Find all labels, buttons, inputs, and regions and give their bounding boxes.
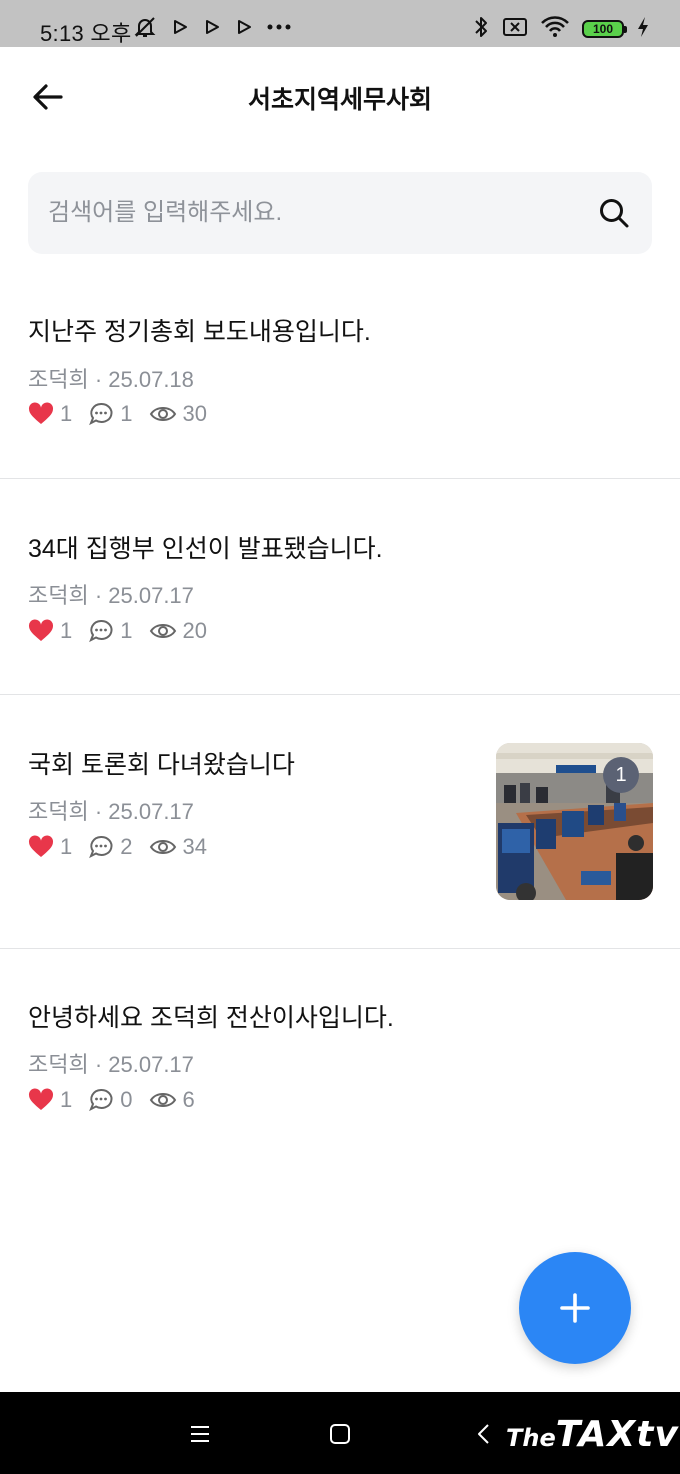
back-icon bbox=[478, 1424, 489, 1444]
plus-icon bbox=[560, 1293, 590, 1323]
comment-stat: 1 bbox=[88, 618, 133, 644]
post-meta: 조덕희 · 25.07.17 bbox=[28, 1052, 194, 1077]
like-stat: 1 bbox=[28, 401, 72, 427]
watermark-brand: TAXtv bbox=[555, 1414, 679, 1455]
post-title: 34대 집행부 인선이 발표됐습니다. bbox=[28, 535, 383, 563]
post-stats: 1 0 6 bbox=[28, 1085, 211, 1115]
divider bbox=[0, 694, 680, 695]
notifications-muted-icon bbox=[132, 14, 158, 45]
view-stat: 34 bbox=[149, 834, 207, 860]
comment-count: 0 bbox=[120, 1087, 133, 1112]
post-stats: 1 1 20 bbox=[28, 616, 223, 646]
home-icon bbox=[330, 1424, 350, 1444]
post-meta: 조덕희 · 25.07.17 bbox=[28, 583, 194, 608]
comment-icon bbox=[89, 835, 113, 859]
bluetooth-icon bbox=[472, 14, 490, 45]
watermark-logo: TheTAXtv bbox=[506, 1414, 679, 1455]
view-stat: 6 bbox=[149, 1087, 195, 1113]
page-title: 서초지역세무사회 bbox=[247, 86, 432, 114]
like-count: 1 bbox=[60, 401, 73, 426]
system-nav-bar: TheTAXtv bbox=[0, 1392, 680, 1474]
post-stats: 1 2 34 bbox=[28, 832, 223, 862]
recent-apps-icon bbox=[191, 1426, 209, 1442]
comment-count: 1 bbox=[120, 401, 133, 426]
image-count-badge: 1 bbox=[603, 757, 639, 793]
search-box[interactable] bbox=[28, 172, 652, 254]
comment-icon bbox=[89, 619, 113, 643]
like-count: 1 bbox=[60, 834, 73, 859]
play-icon bbox=[170, 17, 190, 42]
post-item[interactable]: 34대 집행부 인선이 발표됐습니다. 조덕희 · 25.07.17 1 1 2… bbox=[0, 517, 680, 694]
like-count: 1 bbox=[60, 1087, 73, 1112]
comment-stat: 0 bbox=[88, 1087, 133, 1113]
heart-icon bbox=[28, 835, 54, 857]
status-right-icons: 100 bbox=[472, 15, 650, 43]
home-button[interactable] bbox=[322, 1416, 358, 1452]
post-item[interactable]: 안녕하세요 조덕희 전산이사입니다. 조덕희 · 25.07.17 1 0 6 bbox=[0, 986, 680, 1136]
post-thumbnail[interactable]: 1 bbox=[496, 743, 653, 900]
watermark-the: The bbox=[506, 1424, 556, 1452]
status-left-icons bbox=[132, 15, 292, 43]
post-title: 국회 토론회 다녀왔습니다 bbox=[28, 751, 295, 779]
view-count: 6 bbox=[182, 1087, 195, 1112]
eye-icon bbox=[149, 624, 176, 638]
search-icon bbox=[600, 199, 629, 228]
like-count: 1 bbox=[60, 618, 73, 643]
comment-count: 1 bbox=[120, 618, 133, 643]
like-stat: 1 bbox=[28, 834, 72, 860]
comment-icon bbox=[89, 1088, 113, 1112]
post-meta: 조덕희 · 25.07.17 bbox=[28, 799, 194, 824]
system-back-button[interactable] bbox=[466, 1416, 502, 1452]
comment-stat: 1 bbox=[88, 401, 133, 427]
view-stat: 20 bbox=[149, 618, 207, 644]
sim-icon bbox=[502, 15, 528, 44]
post-title: 지난주 정기총회 보도내용입니다. bbox=[28, 318, 371, 346]
app-header: 서초지역세무사회 bbox=[0, 47, 680, 145]
write-post-button[interactable] bbox=[519, 1252, 631, 1364]
charging-icon bbox=[636, 15, 650, 44]
play-icon bbox=[234, 17, 254, 42]
eye-icon bbox=[149, 1093, 176, 1107]
post-item[interactable]: 국회 토론회 다녀왔습니다 조덕희 · 25.07.17 1 2 34 1 bbox=[0, 733, 680, 948]
status-bar: 5:13 오후 100 bbox=[0, 0, 680, 47]
view-stat: 30 bbox=[149, 401, 207, 427]
eye-icon bbox=[149, 407, 176, 421]
comment-icon bbox=[89, 402, 113, 426]
play-icon bbox=[202, 17, 222, 42]
more-dots-icon bbox=[266, 17, 292, 42]
post-title: 안녕하세요 조덕희 전산이사입니다. bbox=[28, 1004, 394, 1032]
post-meta: 조덕희 · 25.07.18 bbox=[28, 367, 194, 392]
heart-icon bbox=[28, 1088, 54, 1110]
comment-count: 2 bbox=[120, 834, 133, 859]
search-input[interactable] bbox=[48, 172, 588, 254]
heart-icon bbox=[28, 402, 54, 424]
battery-icon: 100 bbox=[582, 20, 627, 38]
battery-level: 100 bbox=[592, 22, 614, 36]
like-stat: 1 bbox=[28, 618, 72, 644]
eye-icon bbox=[149, 840, 176, 854]
like-stat: 1 bbox=[28, 1087, 72, 1113]
divider bbox=[0, 948, 680, 949]
status-time: 5:13 오후 bbox=[40, 21, 132, 46]
recent-apps-button[interactable] bbox=[182, 1416, 218, 1452]
wifi-icon bbox=[540, 15, 570, 44]
divider bbox=[0, 478, 680, 479]
view-count: 30 bbox=[182, 401, 207, 426]
view-count: 20 bbox=[182, 618, 207, 643]
heart-icon bbox=[28, 619, 54, 641]
post-stats: 1 1 30 bbox=[28, 399, 223, 429]
view-count: 34 bbox=[182, 834, 207, 859]
comment-stat: 2 bbox=[88, 834, 133, 860]
post-item[interactable]: 지난주 정기총회 보도내용입니다. 조덕희 · 25.07.18 1 1 30 bbox=[0, 300, 680, 478]
search-button[interactable] bbox=[596, 195, 632, 231]
